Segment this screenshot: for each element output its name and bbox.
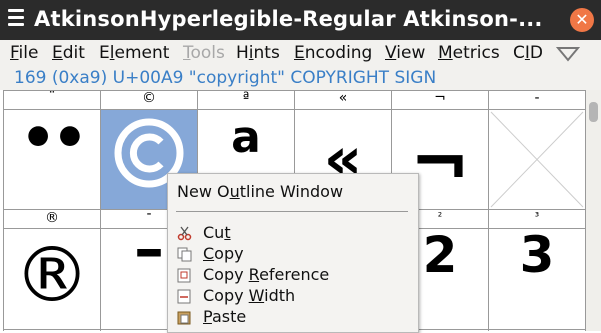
glyph-cell-dieresis[interactable]: ••	[4, 106, 100, 171]
menu-edit-label: dit	[62, 43, 85, 63]
menu-bar: File Edit Element Tools Hints Encoding V…	[0, 40, 601, 68]
menu-file[interactable]: File	[10, 43, 38, 63]
context-menu: New Outline Window Cut Copy Copy Referen…	[167, 173, 419, 333]
copy-width-mnemonic: W	[248, 286, 265, 305]
glyph-label-copyright: ©	[142, 90, 156, 106]
copy-icon	[177, 247, 192, 262]
glyph-label-threesuperior: ³	[534, 210, 540, 223]
menu-element-label: ement	[114, 43, 170, 63]
copy-width-pre: Copy	[203, 286, 249, 305]
menu-overflow-icon[interactable]	[556, 45, 580, 63]
menu-item-new-outline-window[interactable]: New Outline Window	[177, 182, 343, 201]
menu-encoding[interactable]: Encoding	[294, 43, 372, 63]
glyph-label-guillemotleft: «	[338, 90, 348, 106]
paste-mnemonic: P	[203, 307, 212, 326]
cut-pre: Cu	[203, 223, 225, 242]
menu-item-paste[interactable]: Paste	[203, 307, 246, 326]
cut-mnemonic: t	[224, 223, 231, 242]
menu-file-label: ile	[18, 43, 39, 63]
menu-hints-label: nts	[253, 43, 280, 63]
glyph-label-ordfeminine: ª	[242, 90, 250, 106]
menu-cid-pre: C	[513, 43, 525, 63]
menu-metrics-mnemonic: M	[438, 43, 453, 63]
glyph-label-dieresis: ¨	[48, 90, 56, 106]
vertical-scrollbar[interactable]	[586, 90, 601, 331]
close-icon[interactable]: ✕	[570, 8, 594, 32]
menu-view[interactable]: View	[385, 43, 425, 63]
window-title: AtkinsonHyperlegible-Regular Atkinson-..…	[34, 7, 543, 31]
glyph-info-bar: 169 (0xa9) U+00A9 "copyright" COPYRIGHT …	[0, 68, 601, 90]
menu-edit-mnemonic: E	[52, 43, 63, 63]
scissors-icon	[177, 226, 192, 241]
glyph-cell-softhyphen-empty[interactable]	[489, 110, 585, 209]
copy-reference-pre: Copy	[203, 265, 249, 284]
title-bar: AtkinsonHyperlegible-Regular Atkinson-..…	[0, 0, 601, 40]
menu-file-mnemonic: F	[10, 43, 19, 63]
paste-label: aste	[211, 307, 247, 326]
new-outline-window-mnemonic: u	[229, 182, 240, 201]
copy-reference-mnemonic: R	[248, 265, 260, 284]
glyph-label-logicalnot: ¬	[434, 90, 446, 106]
glyph-cell-threesuperior[interactable]: 3	[489, 226, 585, 284]
copy-reference-label: eference	[259, 265, 330, 284]
menu-separator	[176, 211, 408, 212]
menu-metrics[interactable]: Metrics	[438, 43, 500, 63]
menu-item-copy-width[interactable]: Copy Width	[203, 286, 295, 305]
menu-tools-mnemonic: T	[183, 43, 191, 63]
copy-width-icon	[177, 289, 191, 304]
copy-mnemonic: C	[203, 244, 215, 263]
menu-encoding-mnemonic: E	[294, 43, 305, 63]
menu-tools-label: ools	[190, 43, 225, 63]
menu-cid-label: D	[529, 43, 543, 63]
menu-tools[interactable]: Tools	[183, 43, 225, 63]
paste-icon	[177, 311, 191, 325]
glyph-cell-registered[interactable]: ®	[4, 230, 100, 319]
menu-cid[interactable]: CID	[513, 43, 543, 63]
menu-hints-pre: H	[236, 43, 249, 63]
menu-hints[interactable]: Hints	[236, 43, 280, 63]
empty-glyph-cross	[490, 111, 584, 208]
new-outline-window-pre: New O	[177, 182, 230, 201]
glyph-cell-ordfeminine[interactable]: a	[198, 112, 294, 163]
menu-element[interactable]: Element	[99, 43, 169, 63]
menu-view-label: iew	[396, 43, 426, 63]
menu-edit[interactable]: Edit	[52, 43, 85, 63]
copy-reference-icon	[177, 268, 191, 283]
menu-item-cut[interactable]: Cut	[203, 223, 231, 242]
scrollbar-thumb[interactable]	[589, 102, 598, 122]
copy-width-label: idth	[264, 286, 296, 305]
menu-metrics-label: etrics	[452, 43, 500, 63]
glyph-label-softhyphen: -	[534, 90, 540, 106]
new-outline-window-label: tline Window	[239, 182, 344, 201]
window-menu-icon[interactable]	[8, 9, 24, 29]
copy-label: opy	[214, 244, 244, 263]
glyph-label-registered: ®	[45, 210, 59, 226]
menu-encoding-label: ncoding	[304, 43, 373, 63]
menu-element-pre: E	[99, 43, 110, 63]
menu-item-copy[interactable]: Copy	[203, 244, 244, 263]
menu-view-mnemonic: V	[385, 43, 397, 63]
menu-item-copy-reference[interactable]: Copy Reference	[203, 265, 329, 284]
glyph-info-text: 169 (0xa9) U+00A9 "copyright" COPYRIGHT …	[14, 68, 437, 88]
